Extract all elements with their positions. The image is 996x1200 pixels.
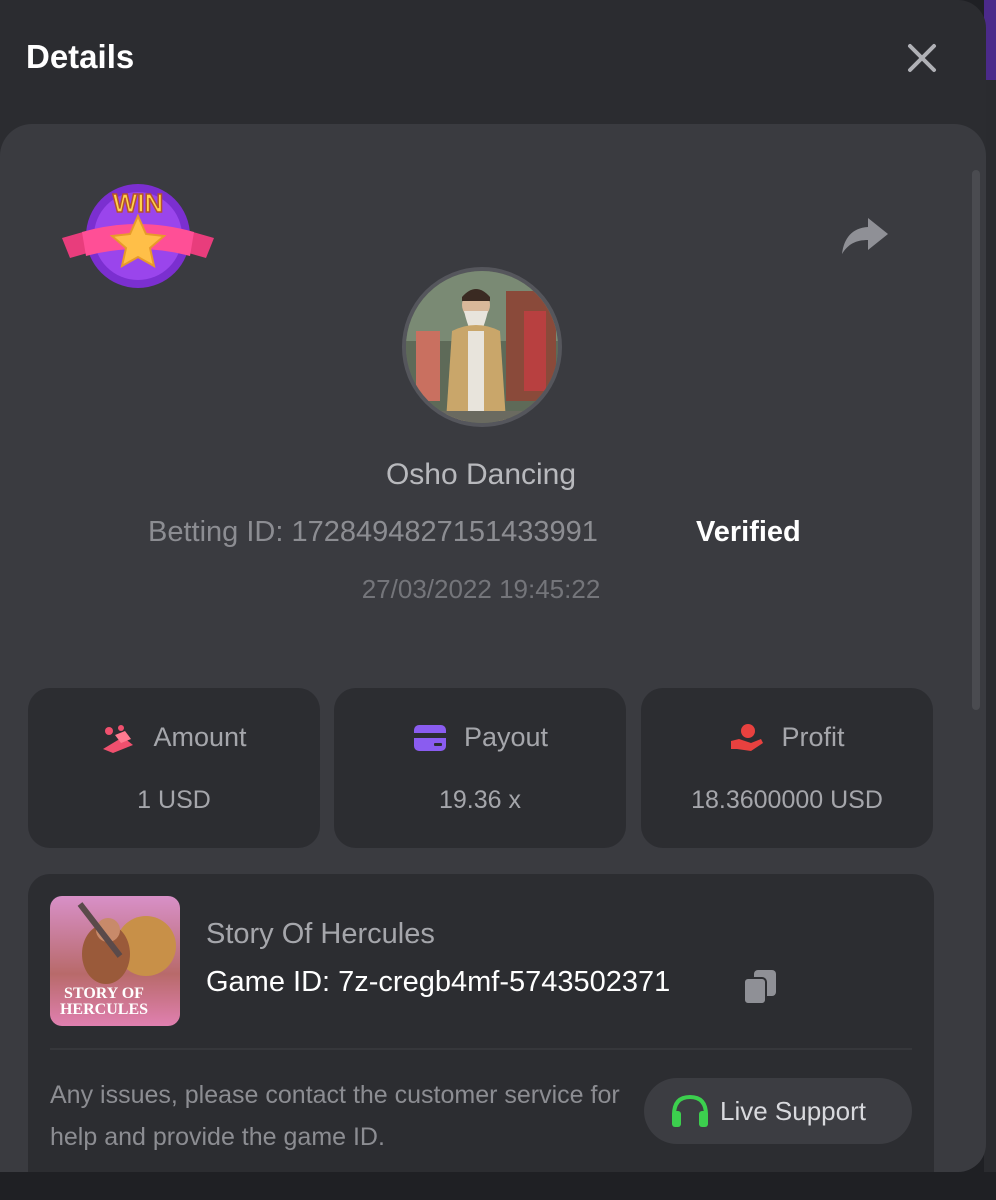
modal-header: Details: [0, 0, 986, 118]
stat-amount-value: 1 USD: [137, 786, 211, 814]
thumbnail-title-line1: STORY OF: [64, 985, 144, 1002]
divider: [50, 1048, 912, 1050]
game-thumbnail: STORY OF HERCULES: [50, 896, 180, 1026]
help-text: Any issues, please contact the customer …: [50, 1081, 620, 1151]
game-title: Story Of Hercules: [206, 918, 435, 950]
game-info-card: STORY OF HERCULES Story Of Hercules Game…: [28, 874, 934, 1172]
stat-payout: Payout 19.36 x: [334, 688, 626, 848]
share-arrow-icon: [842, 218, 888, 254]
game-avatar: [402, 267, 562, 427]
live-support-button[interactable]: Live Support: [644, 1078, 912, 1144]
modal-title: Details: [26, 38, 135, 75]
hand-money-icon: [731, 723, 764, 751]
game-name: Osho Dancing: [385, 458, 577, 491]
scrollbar[interactable]: [972, 170, 980, 710]
game-id: Game ID: 7z-cregb4mf-5743502371: [206, 966, 671, 998]
copy-button[interactable]: [742, 968, 778, 1006]
share-button[interactable]: [838, 212, 890, 260]
wallet-card-icon: [413, 724, 446, 751]
stat-amount-label: Amount: [153, 722, 247, 752]
win-badge: WIN: [60, 180, 216, 292]
stat-profit-value: 18.3600000 USD: [691, 786, 883, 814]
bottom-bar: [0, 1172, 996, 1200]
close-icon: [908, 44, 936, 72]
stat-payout-value: 19.36 x: [438, 786, 521, 814]
verified-status: Verified: [696, 516, 801, 548]
headset-icon: [672, 1094, 708, 1127]
bet-datetime: 27/03/2022 19:45:22: [361, 574, 601, 604]
copy-icon: [743, 970, 776, 1005]
thumbnail-title-line2: HERCULES: [60, 1001, 148, 1018]
details-modal: Details WIN Osho Dancing Betting ID: 172…: [0, 0, 986, 1172]
stat-amount: Amount 1 USD: [28, 688, 320, 848]
coins-icon: [103, 724, 134, 753]
betting-id: Betting ID: 1728494827151433991: [148, 516, 598, 548]
stat-profit: Profit 18.3600000 USD: [641, 688, 933, 848]
win-badge-text: WIN: [113, 188, 164, 218]
close-button[interactable]: [900, 36, 944, 80]
live-support-label: Live Support: [720, 1095, 866, 1126]
stat-profit-label: Profit: [781, 722, 845, 752]
stat-payout-label: Payout: [463, 722, 549, 752]
